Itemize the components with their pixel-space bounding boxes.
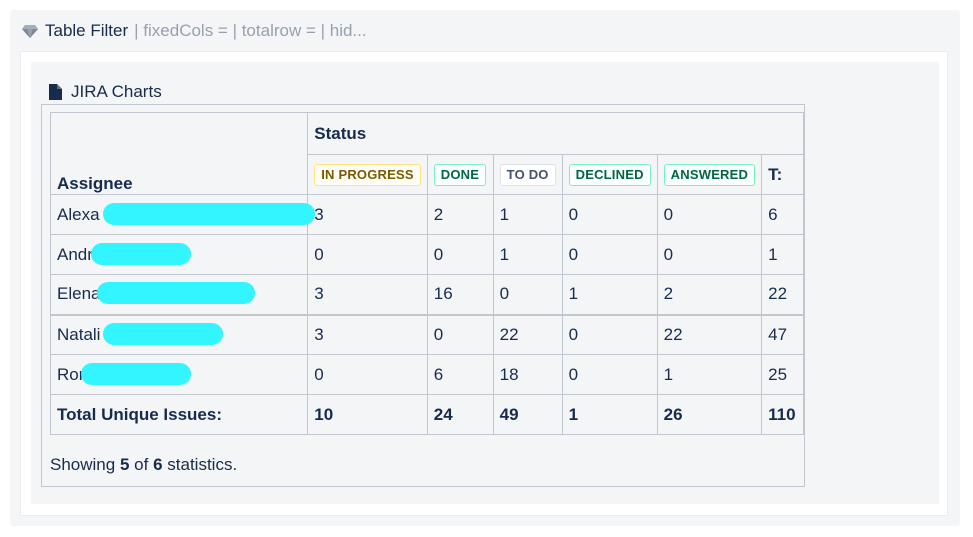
total-value-cell: 10 (307, 394, 428, 435)
footer-suffix: statistics. (167, 455, 238, 474)
charts-title: JIRA Charts (71, 82, 162, 101)
status-col-answered[interactable]: ANSWERED (656, 154, 763, 195)
assignee-cell: Andr (49, 234, 309, 275)
value-cell: 0 (656, 194, 763, 235)
assignee-name: Alexa (57, 204, 100, 224)
value-cell: 1 (492, 234, 563, 275)
value-cell: 1 (656, 354, 763, 395)
macro-header: Table Filter | fixedCols = | totalrow = … (22, 20, 367, 42)
redaction-mark (97, 282, 255, 305)
grand-total-cell: 110 (761, 394, 804, 435)
assignee-cell: Alexa (49, 194, 315, 235)
value-cell: 0 (492, 274, 563, 315)
status-header[interactable]: Status (307, 112, 804, 155)
status-col-todo[interactable]: TO DO (492, 154, 563, 195)
total-header[interactable]: T: (761, 154, 804, 195)
row-total-cell: 25 (761, 354, 804, 395)
value-cell: 0 (561, 234, 658, 275)
footer-prefix: Showing (50, 455, 116, 474)
value-cell: 0 (426, 234, 494, 275)
status-lozenge: ANSWERED (663, 163, 756, 186)
value-cell: 2 (426, 194, 494, 235)
redaction-mark (81, 362, 191, 385)
value-cell: 16 (426, 274, 494, 315)
value-cell: 0 (307, 234, 428, 275)
footer-shown-count: 5 (119, 455, 130, 474)
value-cell: 1 (492, 194, 563, 235)
totals-label: Total Unique Issues: (49, 394, 309, 435)
total-value-cell: 24 (426, 394, 494, 435)
redaction-mark (91, 242, 191, 265)
value-cell: 22 (656, 313, 763, 355)
footer-of: of (134, 455, 149, 474)
document-icon (49, 84, 62, 100)
value-cell: 1 (561, 274, 658, 315)
total-value-cell: 49 (492, 394, 563, 435)
assignee-name: Elena (57, 284, 101, 304)
redaction-mark (103, 322, 223, 345)
footer-total-count: 6 (153, 455, 163, 474)
value-cell: 0 (561, 313, 658, 355)
statistics-footer: Showing 5 of 6 statistics. (50, 455, 237, 475)
value-cell: 0 (656, 234, 763, 275)
value-cell: 0 (307, 354, 428, 395)
value-cell: 0 (426, 313, 494, 355)
macro-params: | fixedCols = | totalrow = | hid... (134, 21, 367, 40)
jira-charts-panel: JIRA Charts Assignee Status IN PROGRESS … (31, 62, 939, 504)
table-row: Elena 3 16 0 1 2 22 (49, 274, 804, 315)
value-cell: 3 (307, 313, 428, 355)
row-total-cell: 47 (761, 313, 804, 355)
row-total-cell: 22 (761, 274, 804, 315)
value-cell: 3 (307, 194, 428, 235)
table-row: Andr 0 0 1 0 0 1 (49, 234, 804, 275)
status-lozenge: TO DO (499, 163, 556, 186)
macro-body: JIRA Charts Assignee Status IN PROGRESS … (20, 51, 948, 516)
totals-row: Total Unique Issues: 10 24 49 1 26 110 (49, 394, 804, 435)
value-cell: 3 (307, 274, 428, 315)
total-value-cell: 26 (656, 394, 763, 435)
value-cell: 0 (561, 194, 658, 235)
status-lozenge: IN PROGRESS (314, 163, 421, 186)
redaction-mark (103, 202, 315, 225)
status-lozenge: DONE (433, 163, 487, 186)
row-total-cell: 1 (761, 234, 804, 275)
total-value-cell: 1 (561, 394, 658, 435)
value-cell: 6 (426, 354, 494, 395)
row-total-cell: 6 (761, 194, 804, 235)
status-col-in-progress[interactable]: IN PROGRESS (307, 154, 428, 195)
table-filter-macro: Table Filter | fixedCols = | totalrow = … (10, 10, 960, 526)
statistics-table: Assignee Status IN PROGRESS DONE TO DO D… (49, 112, 804, 435)
table-row: Alexa 3 2 1 0 0 6 (49, 194, 804, 235)
assignee-cell: Ror (49, 354, 309, 395)
table-row: Natali 3 0 22 0 22 47 (49, 313, 804, 355)
status-col-done[interactable]: DONE (426, 154, 494, 195)
macro-title: Table Filter (45, 21, 129, 40)
status-lozenge: DECLINED (568, 163, 651, 186)
charts-header: JIRA Charts (49, 82, 162, 102)
assignee-cell: Natali (49, 313, 309, 355)
assignee-name: Natali (57, 324, 101, 344)
value-cell: 22 (492, 313, 563, 355)
gem-icon (22, 25, 38, 38)
value-cell: 2 (656, 274, 763, 315)
assignee-name: Andr (57, 244, 93, 264)
value-cell: 18 (492, 354, 563, 395)
assignee-header[interactable]: Assignee (49, 112, 309, 195)
value-cell: 0 (561, 354, 658, 395)
assignee-cell: Elena (49, 274, 309, 315)
table-row: Ror 0 6 18 0 1 25 (49, 354, 804, 395)
status-col-declined[interactable]: DECLINED (561, 154, 658, 195)
statistics-frame: Assignee Status IN PROGRESS DONE TO DO D… (41, 104, 805, 487)
